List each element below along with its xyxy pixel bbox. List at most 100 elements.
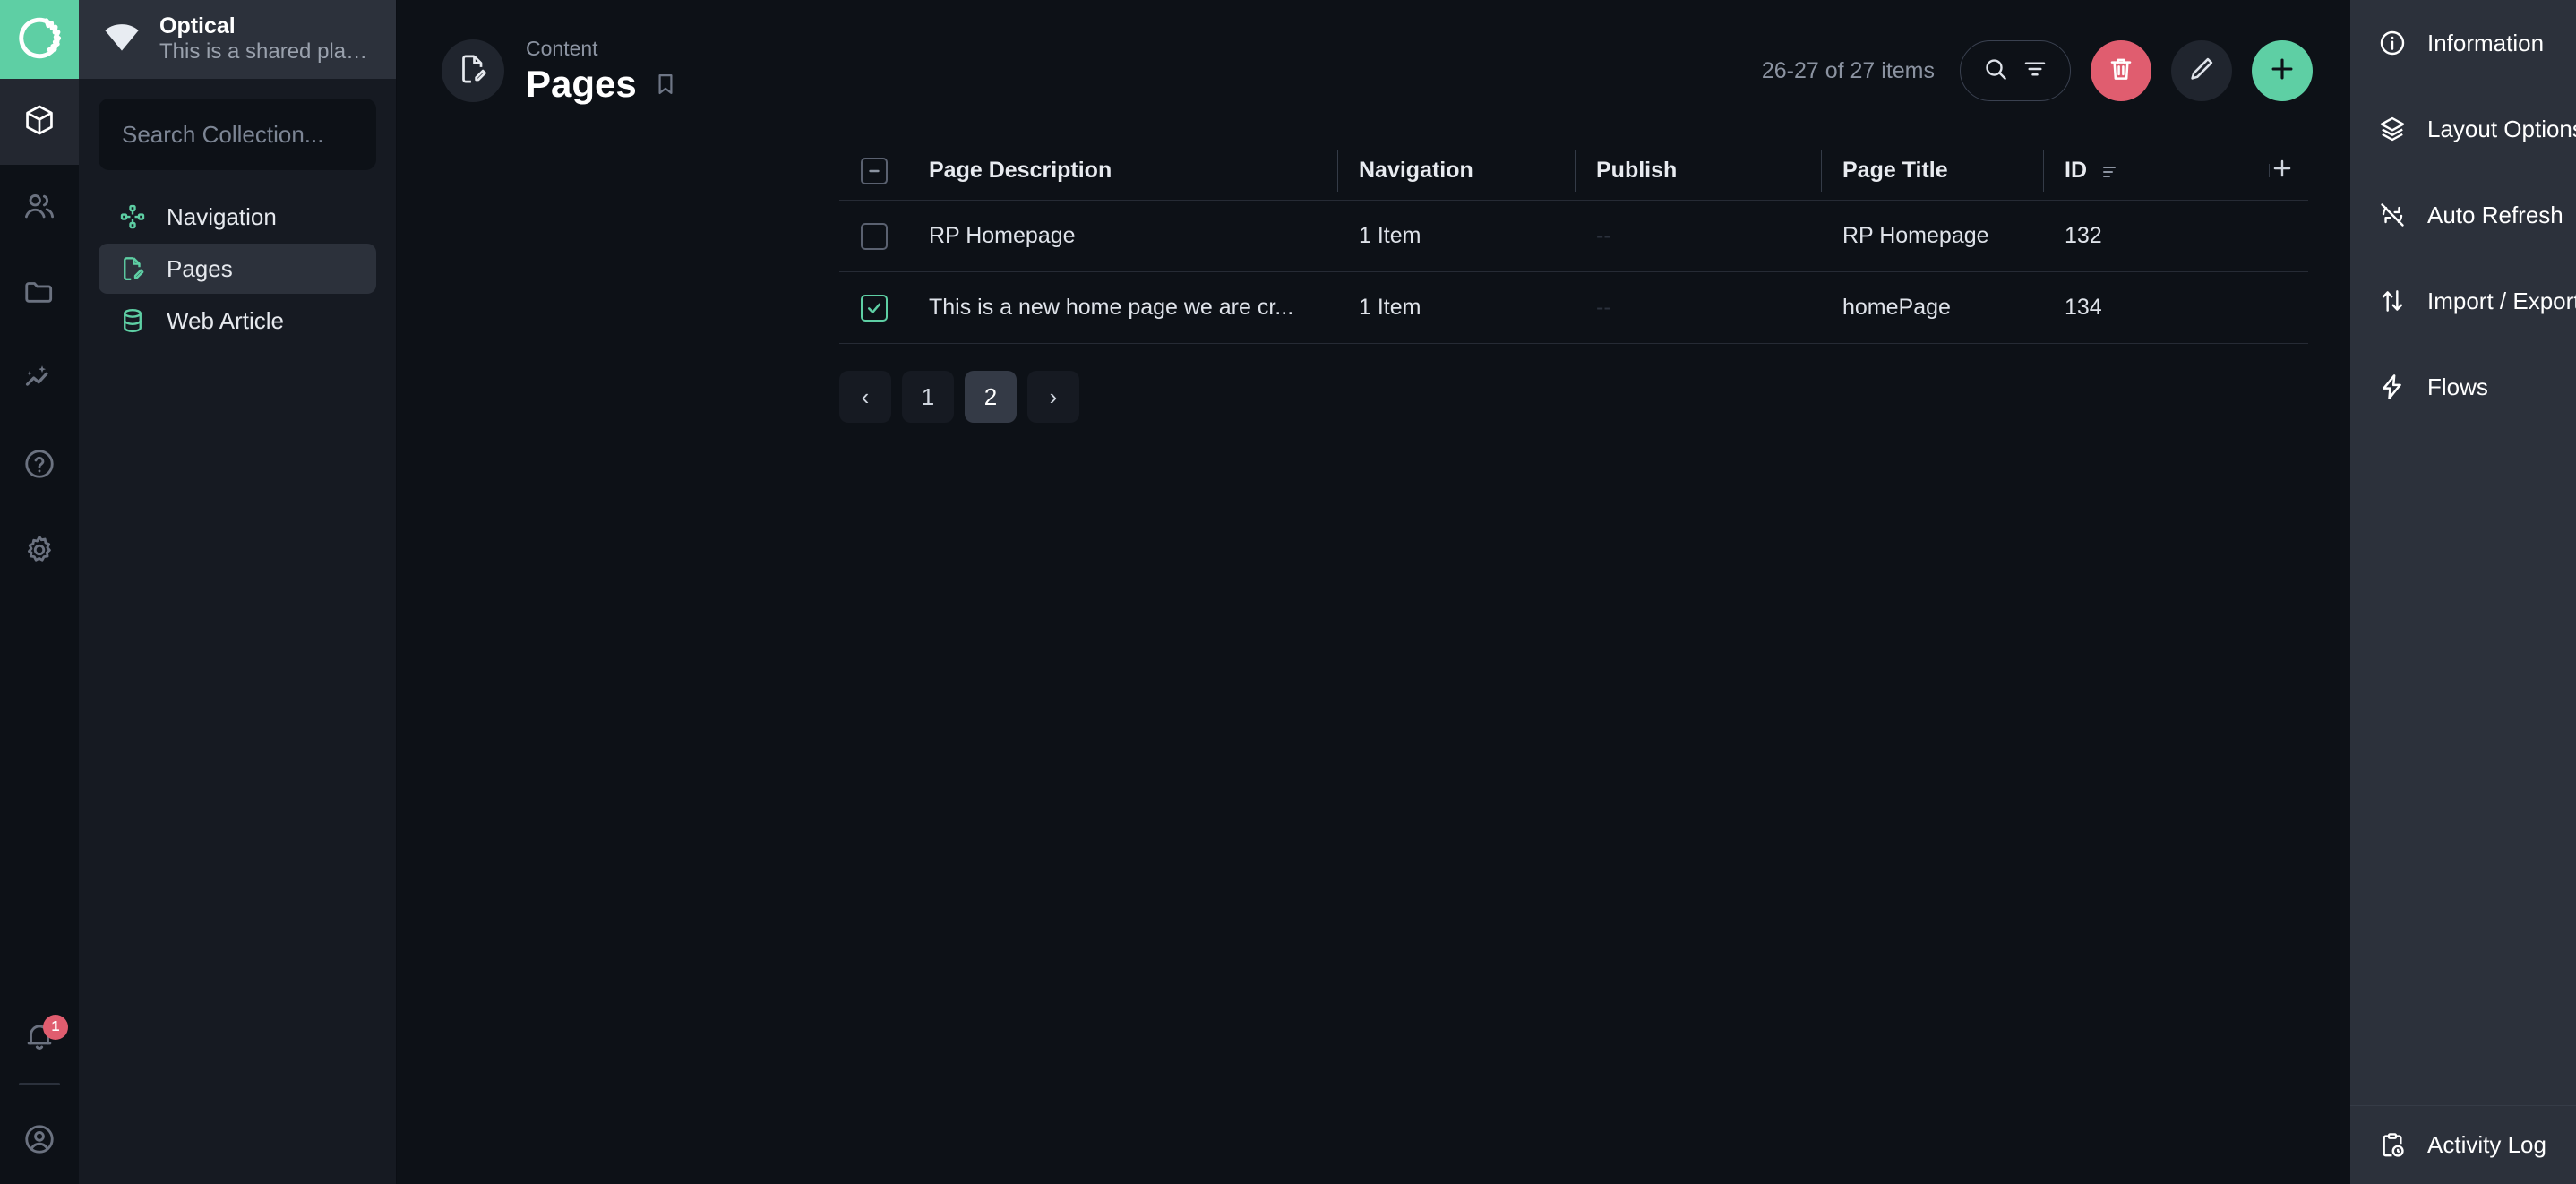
import-export-icon <box>2377 286 2408 316</box>
cell-id: 132 <box>2065 223 2102 248</box>
wifi-icon <box>102 23 142 56</box>
header-actions: 26-27 of 27 items <box>1762 40 2313 101</box>
table-header-row: Page Description Navigation Publish Page… <box>839 142 2308 201</box>
pagination-prev[interactable]: ‹ <box>839 371 891 423</box>
search-collection-placeholder: Search Collection... <box>122 120 324 148</box>
filter-icon[interactable] <box>2022 56 2048 87</box>
panel-section-auto-refresh[interactable]: Auto Refresh <box>2350 172 2576 258</box>
sidebar-item-web-article[interactable]: Web Article <box>99 296 376 346</box>
column-header-id[interactable]: ID <box>2043 142 2269 201</box>
cell-navigation: 1 Item <box>1359 223 1421 248</box>
rail-item-insights[interactable] <box>0 337 79 423</box>
column-header-id-label: ID <box>2065 158 2087 183</box>
column-header-publish[interactable]: Publish <box>1575 142 1821 201</box>
column-header-page-description[interactable]: Page Description <box>907 142 1337 201</box>
search-icon[interactable] <box>1982 56 2009 87</box>
database-icon <box>118 306 147 335</box>
table-inner: Page Description Navigation Publish Page… <box>839 142 2308 344</box>
workspace-title: Optical <box>159 13 236 39</box>
workspace-subtitle: This is a shared playgr... <box>159 39 373 64</box>
cell-page-description: RP Homepage <box>907 201 1337 272</box>
pagination-page-1[interactable]: 1 <box>902 371 954 423</box>
rail-divider <box>19 1083 60 1085</box>
search-collection-input[interactable]: Search Collection... <box>99 99 376 170</box>
cell-id: 134 <box>2065 295 2102 320</box>
title-block: Content Pages <box>526 36 678 106</box>
page-avatar <box>442 39 504 102</box>
sidebar-item-navigation[interactable]: Navigation <box>99 192 376 242</box>
sidebar-item-label: Web Article <box>167 306 285 334</box>
collection-sidebar: Optical This is a shared playgr... Searc… <box>79 0 397 1184</box>
plus-icon <box>2269 155 2296 186</box>
cube-icon <box>22 103 56 142</box>
add-button[interactable] <box>2252 40 2313 101</box>
sidebar-item-pages[interactable]: Pages <box>99 244 376 294</box>
title-row: Pages <box>526 63 678 106</box>
rail-item-files[interactable] <box>0 251 79 337</box>
notification-badge: 1 <box>43 1015 68 1040</box>
activity-log-label: Activity Log <box>2427 1131 2546 1158</box>
users-icon <box>22 189 56 227</box>
trash-icon <box>2107 55 2135 88</box>
row-checkbox[interactable] <box>861 294 888 322</box>
user-circle-icon <box>22 1122 56 1161</box>
rail-item-settings[interactable] <box>0 509 79 595</box>
cell-navigation: 1 Item <box>1359 295 1421 320</box>
breadcrumb: Content <box>526 36 598 60</box>
row-select-cell[interactable] <box>839 222 907 250</box>
add-column-button[interactable] <box>2269 155 2308 186</box>
panel-section-import-export[interactable]: Import / Export <box>2350 258 2576 344</box>
panel-section-label: Auto Refresh <box>2427 201 2563 228</box>
panel-section-label: Information <box>2427 29 2545 56</box>
help-circle-icon <box>22 447 56 485</box>
table-row[interactable]: RP Homepage 1 Item -- RP Homepage 132 <box>839 201 2308 272</box>
search-filter-group[interactable] <box>1960 40 2071 101</box>
notifications-button[interactable]: 1 <box>0 995 79 1081</box>
delete-button[interactable] <box>2091 40 2151 101</box>
cell-text: This is a new home page we are cr... <box>929 295 1294 320</box>
info-icon <box>2377 28 2408 58</box>
panel-section-layout-options[interactable]: Layout Options <box>2350 86 2576 172</box>
rail-item-models[interactable] <box>0 79 79 165</box>
panel-section-flows[interactable]: Flows <box>2350 344 2576 430</box>
sidebar-item-label: Pages <box>167 254 233 282</box>
pagination-next[interactable]: › <box>1027 371 1079 423</box>
workspace-texts: Optical This is a shared playgr... <box>159 13 373 65</box>
table-row[interactable]: This is a new home page we are cr... 1 I… <box>839 272 2308 344</box>
sort-desc-icon[interactable] <box>2099 160 2121 182</box>
sidebar-item-label: Navigation <box>167 202 277 230</box>
refresh-off-icon <box>2377 200 2408 230</box>
panel-section-information[interactable]: Information <box>2350 0 2576 86</box>
page-edit-icon <box>457 53 489 90</box>
app-root: 1 Optical This is a shared playgr... Sea… <box>0 0 2576 1184</box>
cell-text: RP Homepage <box>929 223 1076 248</box>
collection-search-wrap: Search Collection... <box>79 79 396 184</box>
page-edit-icon <box>118 254 147 283</box>
workspace-header[interactable]: Optical This is a shared playgr... <box>79 0 396 79</box>
clipboard-clock-icon <box>2377 1130 2408 1161</box>
pagination-page-2[interactable]: 2 <box>965 371 1017 423</box>
collection-list: Navigation Pages Web Article <box>79 184 396 346</box>
select-all-checkbox[interactable] <box>861 157 888 184</box>
rail-item-users[interactable] <box>0 165 79 251</box>
gear-icon <box>22 533 56 571</box>
account-button[interactable] <box>0 1098 79 1184</box>
bolt-icon <box>2377 372 2408 402</box>
right-panel: Information Layout Options Auto Refresh … <box>2350 0 2576 1184</box>
panel-section-label: Layout Options <box>2427 115 2576 142</box>
row-select-cell[interactable] <box>839 294 907 322</box>
cell-publish: -- <box>1596 223 1611 248</box>
cell-page-title: homePage <box>1842 295 1951 320</box>
activity-log-button[interactable]: Activity Log <box>2350 1105 2576 1184</box>
navigation-icon <box>118 202 147 231</box>
logo-mark[interactable] <box>0 0 79 79</box>
row-checkbox[interactable] <box>861 222 888 250</box>
column-header-navigation[interactable]: Navigation <box>1337 142 1575 201</box>
layers-icon <box>2377 114 2408 144</box>
column-header-page-title[interactable]: Page Title <box>1821 142 2043 201</box>
edit-button[interactable] <box>2171 40 2232 101</box>
bookmark-icon[interactable] <box>653 72 678 97</box>
rail-item-help[interactable] <box>0 423 79 509</box>
select-all-cell[interactable] <box>839 157 907 184</box>
item-count: 26-27 of 27 items <box>1761 57 1935 83</box>
